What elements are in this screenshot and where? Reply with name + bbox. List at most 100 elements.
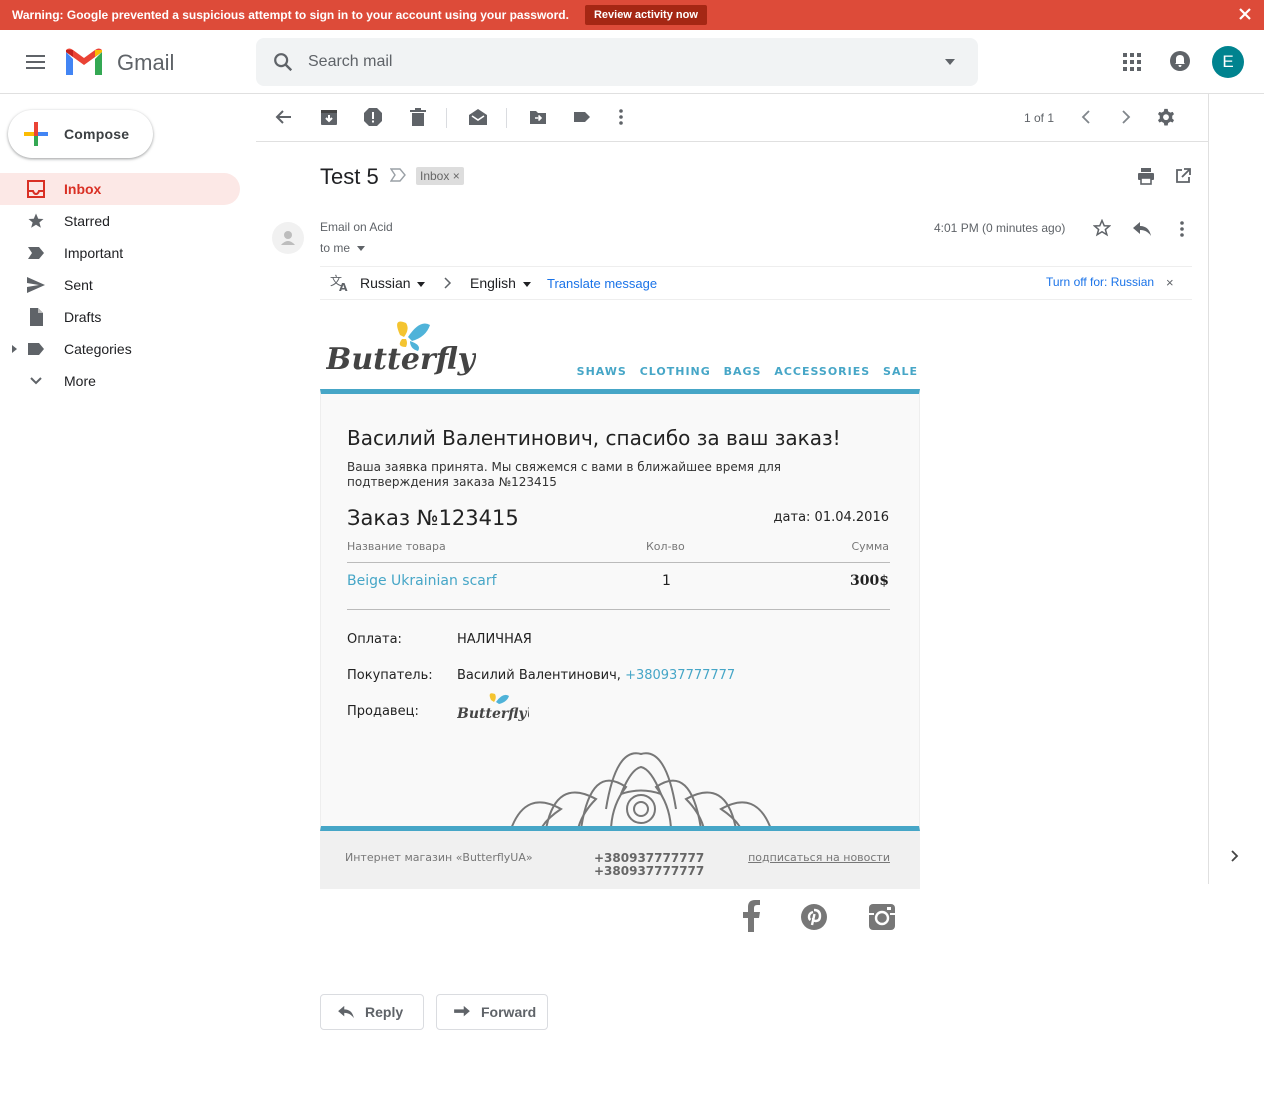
message-toolbar: 1 of 1 [256,94,1208,142]
sidebar-item-label: Starred [64,213,110,229]
table-divider [347,562,890,563]
dropdown-caret-icon [417,281,426,287]
order-thanks-heading: Василий Валентинович, спасибо за ваш зак… [347,426,841,450]
email-nav-clothing[interactable]: CLOTHING [640,365,711,378]
archive-icon[interactable] [320,108,338,126]
buyer-value: Василий Валентинович, +380937777777 [457,668,735,683]
sender-name[interactable]: Email on Acid [320,220,393,234]
col-header-sum: Сумма [851,540,889,553]
pinterest-icon[interactable] [800,903,828,931]
pagination-count: 1 of 1 [1024,111,1055,125]
chevron-right-icon [444,277,452,289]
item-qty: 1 [662,573,671,589]
gmail-logo-icon[interactable] [65,48,103,76]
inbox-label-chip[interactable]: Inbox × [416,167,464,185]
email-nav-sale[interactable]: SALE [883,365,918,378]
seller-logo-icon: ButterflyUA [457,693,529,722]
reply-icon[interactable] [1132,221,1152,237]
subscribe-link[interactable]: подписаться на новости [748,851,890,864]
email-nav-bags[interactable]: BAGS [724,365,762,378]
order-date: дата: 01.04.2016 [773,510,889,525]
sidebar-nav: Inbox Starred Important Sent Drafts Cate… [0,173,240,397]
sidebar-item-sent[interactable]: Sent [0,269,240,301]
main-menu-icon[interactable] [26,55,46,69]
reply-icon [338,1005,354,1019]
mark-unread-icon[interactable] [468,108,488,126]
compose-button[interactable]: Compose [8,110,153,158]
importance-marker-icon[interactable] [390,168,406,182]
footer-phone-1[interactable]: +380937777777 [594,851,704,865]
back-arrow-icon[interactable] [274,108,292,126]
move-to-icon[interactable] [529,108,547,126]
warning-banner: Warning: Google prevented a suspicious a… [0,0,1264,30]
print-icon[interactable] [1137,167,1155,185]
apps-grid-icon[interactable] [1123,53,1141,71]
item-sum: 300$ [850,573,889,589]
chevron-down-icon [30,377,42,385]
email-nav-accessories[interactable]: ACCESSORIES [774,365,870,378]
chevron-right-icon[interactable] [1120,108,1132,126]
app-name[interactable]: Gmail [117,50,174,76]
search-icon[interactable] [272,51,294,73]
more-options-icon[interactable] [617,108,625,126]
sidebar-item-inbox[interactable]: Inbox [0,173,240,205]
sender-avatar[interactable] [272,222,304,254]
inbox-icon [27,180,45,198]
close-icon[interactable] [1238,7,1252,21]
item-name-link[interactable]: Beige Ukrainian scarf [347,573,497,589]
translate-bar: 文A Russian English Translate message Tur… [320,266,1192,300]
sidebar-item-starred[interactable]: Starred [0,205,240,237]
review-activity-button[interactable]: Review activity now [584,5,707,25]
search-input[interactable] [308,50,908,74]
expand-arrow-icon[interactable] [12,345,17,353]
source-language-select[interactable]: Russian [360,275,426,291]
expand-side-panel-icon[interactable] [1229,849,1241,863]
turn-off-translate-link[interactable]: Turn off for: Russian [1046,275,1154,289]
translate-message-link[interactable]: Translate message [547,276,657,291]
dropdown-caret-icon[interactable] [356,245,366,252]
search-options-icon[interactable] [944,59,956,65]
email-nav-shaws[interactable]: SHAWS [577,365,627,378]
settings-gear-icon[interactable] [1156,108,1176,128]
forward-icon [454,1005,470,1017]
compose-label: Compose [64,126,130,142]
instagram-icon[interactable] [868,903,896,931]
recipient-details[interactable]: to me [320,241,366,255]
sidebar-item-important[interactable]: Important [0,237,240,269]
order-number: Заказ №123415 [347,506,519,530]
target-language-select[interactable]: English [470,275,531,291]
reply-button[interactable]: Reply [320,994,424,1030]
account-avatar[interactable]: E [1212,46,1244,78]
drafts-icon [30,308,43,326]
sidebar-item-more[interactable]: More [0,365,240,397]
sidebar-item-label: Sent [64,277,93,293]
target-language-label: English [470,275,516,291]
forward-button[interactable]: Forward [436,994,548,1030]
mandala-ornament-icon [511,752,771,826]
toolbar-divider [506,108,507,128]
close-translate-icon[interactable]: × [1166,275,1174,290]
recipient-text: to me [320,241,351,255]
more-options-icon[interactable] [1178,220,1186,238]
buyer-name: Василий Валентинович, [457,668,621,683]
sidebar-item-drafts[interactable]: Drafts [0,301,240,333]
facebook-icon[interactable] [739,900,763,932]
chevron-left-icon[interactable] [1080,108,1092,126]
top-header: Gmail E [0,30,1264,94]
label-as-icon[interactable] [573,108,591,126]
sidebar-item-label: Inbox [64,181,102,197]
buyer-label: Покупатель: [347,668,433,683]
star-icon[interactable] [1093,219,1111,237]
search-bar[interactable] [256,38,978,86]
delete-icon[interactable] [409,108,427,126]
sidebar-item-categories[interactable]: Categories [0,333,240,365]
send-icon [27,277,45,293]
notifications-icon[interactable] [1169,50,1191,72]
open-new-window-icon[interactable] [1175,168,1191,184]
remove-label-icon[interactable]: × [453,169,460,183]
toolbar-divider [446,108,447,128]
side-panel-divider [1208,94,1209,884]
footer-phone-2[interactable]: +380937777777 [594,864,704,878]
buyer-phone-link[interactable]: +380937777777 [625,668,735,683]
report-spam-icon[interactable] [364,108,382,126]
